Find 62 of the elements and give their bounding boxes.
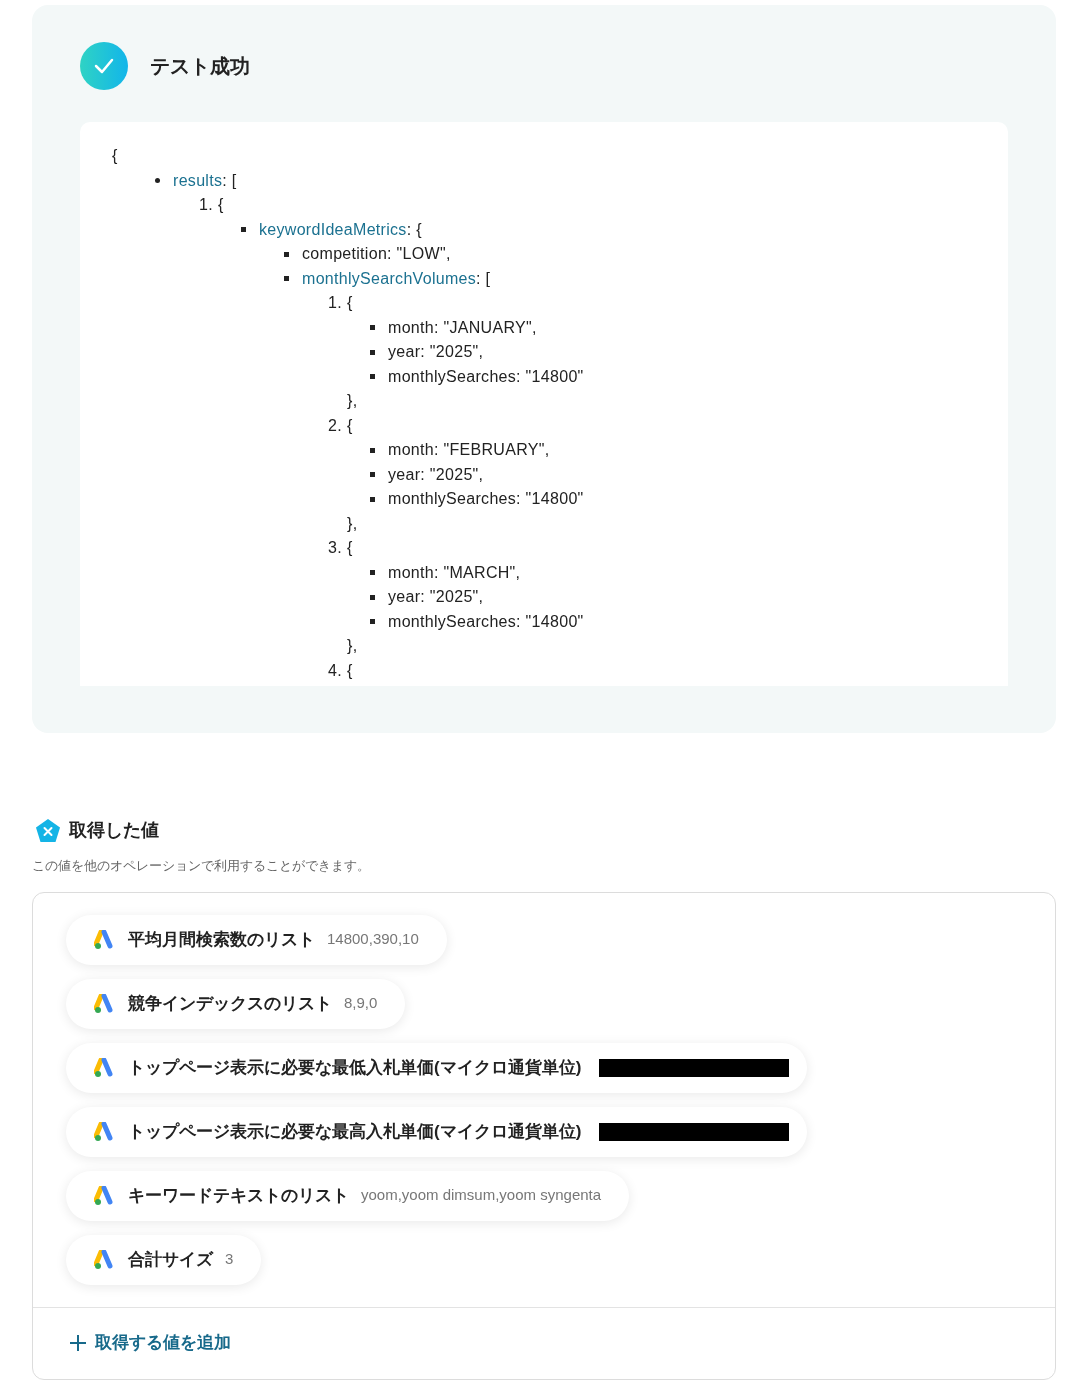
- value-label: トップページ表示に必要な最高入札単価(マイクロ通貨単位): [128, 1120, 582, 1143]
- json-line: month: "MARCH",: [388, 562, 521, 583]
- json-line: year: "2025",: [388, 587, 484, 608]
- json-line: },: [347, 391, 358, 412]
- value-label: 合計サイズ: [128, 1248, 213, 1271]
- json-line: {: [347, 415, 353, 436]
- value-text: yoom,yoom dimsum,yoom syngenta: [361, 1185, 603, 1206]
- json-line: },: [347, 636, 358, 657]
- section-title: 取得した値: [69, 819, 159, 842]
- value-text: 14800,390,10: [327, 929, 420, 950]
- json-line: keywordIdeaMetrics: {: [259, 219, 422, 240]
- list-number: 4.: [327, 660, 343, 681]
- value-text: 8,9,0: [344, 993, 379, 1014]
- value-chip[interactable]: キーワードテキストのリスト yoom,yoom dimsum,yoom syngenta: [66, 1170, 630, 1221]
- value-chip[interactable]: トップページ表示に必要な最低入札単価(マイクロ通貨単位): [66, 1042, 808, 1093]
- list-number: 2.: [327, 415, 343, 436]
- bullet-icon: [370, 349, 375, 355]
- value-chip[interactable]: 競争インデックスのリスト 8,9,0: [66, 978, 406, 1029]
- bullet-icon: [284, 251, 289, 257]
- json-line: year: "2025",: [388, 342, 484, 363]
- bullet-icon: [370, 619, 375, 625]
- json-line: monthlySearches: "14800": [388, 611, 584, 632]
- list-number: 1.: [327, 293, 343, 314]
- result-title: テスト成功: [150, 54, 250, 79]
- json-line: competition: "LOW",: [302, 244, 451, 265]
- bullet-icon: [370, 374, 375, 380]
- plus-icon: [69, 1334, 87, 1352]
- value-label: 競争インデックスのリスト: [128, 992, 332, 1015]
- json-line: {: [347, 660, 353, 681]
- json-line: {: [347, 538, 353, 559]
- json-line: year: "2025",: [388, 464, 484, 485]
- bullet-icon: [370, 594, 375, 600]
- value-text: 3: [225, 1249, 235, 1270]
- value-chip[interactable]: 合計サイズ 3: [66, 1234, 262, 1285]
- bullet-icon: [370, 496, 375, 502]
- value-label: キーワードテキストのリスト: [128, 1184, 349, 1207]
- bullet-icon: [241, 227, 246, 233]
- bullet-icon: [370, 472, 375, 478]
- json-line: monthlySearchVolumes: [: [302, 268, 491, 289]
- bullet-icon: [155, 178, 160, 184]
- variable-icon: [35, 818, 61, 843]
- bullet-icon: [370, 325, 375, 331]
- value-chip[interactable]: 平均月間検索数のリスト 14800,390,10: [66, 914, 447, 965]
- json-line: month: "JANUARY",: [388, 317, 537, 338]
- json-line: results: [: [173, 170, 237, 191]
- bullet-icon: [370, 447, 375, 453]
- add-value-button[interactable]: 取得する値を追加: [69, 1330, 231, 1356]
- json-line: monthlySearches: "14800": [388, 489, 584, 510]
- json-line: monthlySearches: "14800": [388, 366, 584, 387]
- json-line: {: [347, 293, 353, 314]
- json-line: },: [347, 513, 358, 534]
- bullet-icon: [284, 276, 289, 282]
- value-chip[interactable]: トップページ表示に必要な最高入札単価(マイクロ通貨単位): [66, 1106, 808, 1157]
- json-line: month: "FEBRUARY",: [388, 440, 550, 461]
- section-description: この値を他のオペレーションで利用することができます。: [31, 857, 371, 875]
- value-label: 平均月間検索数のリスト: [128, 928, 315, 951]
- list-number: 1.: [198, 195, 214, 216]
- value-label: トップページ表示に必要な最低入札単価(マイクロ通貨単位): [128, 1056, 582, 1079]
- list-number: 3.: [327, 538, 343, 559]
- bullet-icon: [370, 570, 375, 576]
- json-line: {: [112, 146, 118, 167]
- json-line: {: [218, 195, 224, 216]
